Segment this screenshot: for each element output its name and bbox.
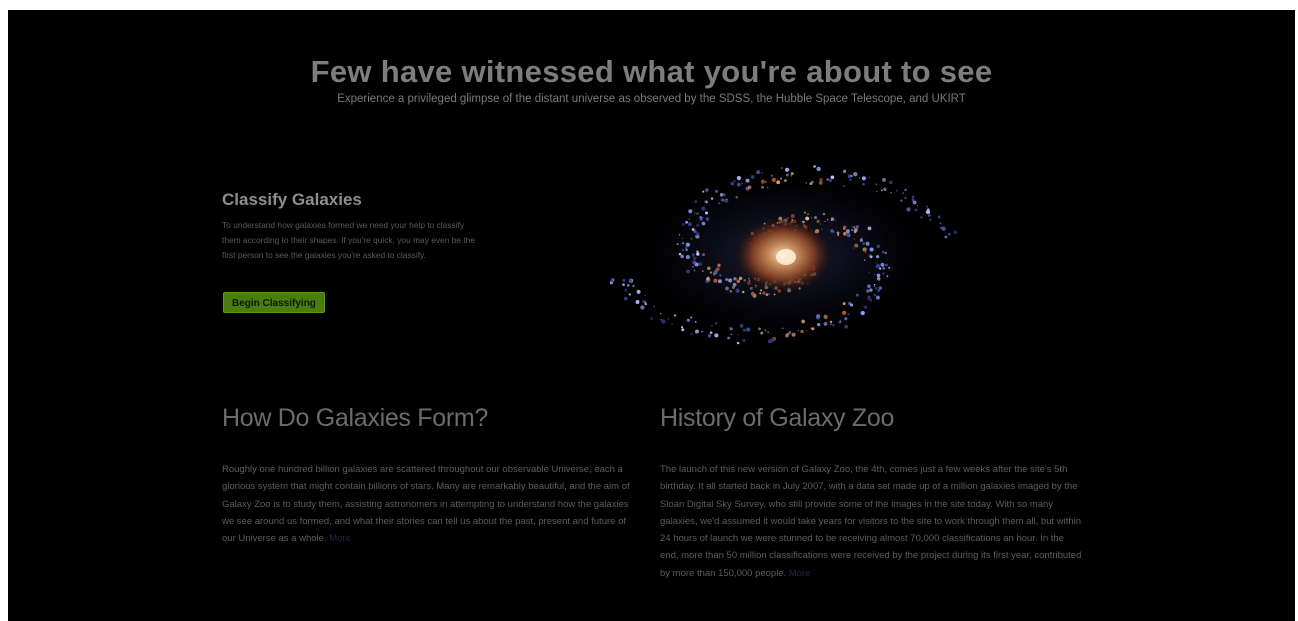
history-more-link[interactable]: More	[789, 568, 811, 579]
history-body: The launch of this new version of Galaxy…	[660, 464, 1082, 579]
classify-title: Classify Galaxies	[222, 190, 362, 209]
classify-description: To understand how galaxies formed we nee…	[222, 220, 475, 260]
spiral-galaxy-image	[609, 160, 958, 350]
how-galaxies-form-title: How Do Galaxies Form?	[222, 404, 489, 432]
how-galaxies-form-more-link[interactable]: More	[329, 533, 351, 544]
home-page: Few have witnessed what you're about to …	[8, 10, 1295, 621]
how-galaxies-form-text: Roughly one hundred billion galaxies are…	[222, 461, 642, 547]
how-galaxies-form-body: Roughly one hundred billion galaxies are…	[222, 464, 630, 545]
hero-subtitle: Experience a privileged glimpse of the d…	[337, 93, 966, 105]
history-text: The launch of this new version of Galaxy…	[660, 461, 1085, 582]
begin-classifying-button[interactable]: Begin Classifying	[223, 292, 325, 313]
history-title: History of Galaxy Zoo	[660, 404, 895, 432]
hero-title: Few have witnessed what you're about to …	[310, 54, 993, 89]
